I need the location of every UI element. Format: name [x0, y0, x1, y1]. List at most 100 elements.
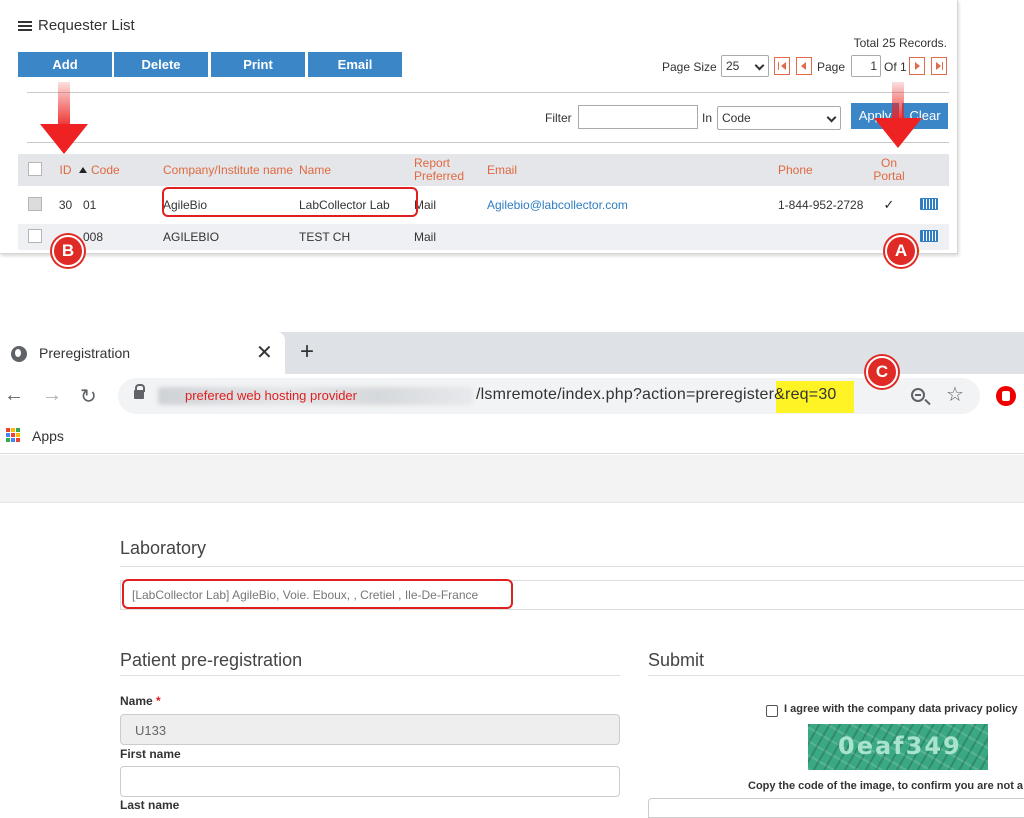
barcode-icon[interactable] — [919, 229, 938, 242]
name-label: Name * — [120, 694, 161, 708]
page-header-band — [0, 455, 1024, 503]
annotation-badge-c: C — [866, 356, 898, 388]
apps-grid-icon[interactable] — [6, 428, 20, 442]
filter-label: Filter — [545, 111, 572, 125]
zoom-out-icon[interactable] — [911, 388, 925, 402]
last-page-button[interactable] — [931, 57, 947, 75]
url-path: /lsmremote/index.php?action=preregister&… — [476, 386, 837, 403]
prev-page-button[interactable] — [796, 57, 812, 75]
table-row[interactable]: 008 AGILEBIO TEST CH Mail — [18, 224, 949, 250]
column-header-name[interactable]: Name — [299, 154, 414, 186]
panel-title-text: Requester List — [38, 17, 135, 34]
divider — [120, 566, 1024, 567]
print-button[interactable]: Print — [211, 52, 305, 77]
cell-report: Mail — [414, 224, 487, 250]
email-link[interactable]: Agilebio@labcollector.com — [487, 198, 628, 212]
last-name-label: Last name — [120, 798, 180, 812]
row-checkbox[interactable] — [28, 196, 42, 211]
name-value: U133 — [135, 723, 167, 738]
extension-icon[interactable] — [996, 386, 1016, 406]
annotation-badge-b: B — [52, 235, 84, 267]
name-input[interactable]: U133 — [120, 714, 620, 745]
back-icon[interactable]: ← — [4, 384, 24, 407]
next-page-button[interactable] — [909, 57, 925, 75]
divider — [120, 675, 620, 676]
laboratory-title: Laboratory — [120, 538, 207, 558]
first-name-label: First name — [120, 747, 181, 761]
add-button[interactable]: Add — [18, 52, 112, 77]
column-header-phone[interactable]: Phone — [778, 154, 870, 186]
divider — [648, 675, 1024, 676]
table-header-row: ID Code Company/Institute name Name Repo… — [18, 154, 949, 186]
tab-preregistration[interactable]: Preregistration ✕ — [0, 332, 285, 374]
row-checkbox[interactable] — [28, 228, 42, 243]
page-size-label: Page Size — [662, 60, 717, 74]
lock-icon — [134, 384, 145, 399]
annotation-arrow-down-icon — [874, 118, 922, 148]
column-header-email[interactable]: Email — [487, 154, 778, 186]
select-all-cell — [18, 154, 52, 186]
page-of-label: Of 1 — [884, 60, 907, 74]
first-page-button[interactable] — [774, 57, 790, 75]
row-select-cell — [18, 224, 52, 250]
patient-section-title: Patient pre-registration — [120, 650, 303, 670]
captcha-image: 0eaf349 — [808, 724, 988, 770]
delete-button[interactable]: Delete — [114, 52, 208, 77]
cell-company: AGILEBIO — [163, 224, 299, 250]
required-marker: * — [156, 694, 161, 708]
browser-toolbar: ← → ↻ prefered web hosting provider /lsm… — [0, 356, 1024, 418]
forward-icon[interactable]: → — [42, 384, 62, 407]
star-icon[interactable]: ☆ — [946, 382, 964, 407]
check-icon: ✓ — [883, 197, 895, 212]
select-all-checkbox[interactable] — [28, 161, 42, 176]
filter-input[interactable] — [578, 105, 698, 129]
privacy-agree-checkbox[interactable] — [766, 705, 778, 717]
page-size-select[interactable]: 25 — [721, 55, 769, 77]
tab-title: Preregistration — [39, 345, 131, 361]
total-records: Total 25 Records. — [853, 36, 947, 50]
column-header-id[interactable]: ID — [52, 154, 79, 186]
column-header-report[interactable]: Report Preferred — [414, 154, 487, 186]
list-icon — [18, 20, 32, 32]
captcha-code: 0eaf349 — [838, 732, 962, 760]
column-header-company[interactable]: Company/Institute name — [163, 154, 299, 186]
browser-window: Preregistration ✕ + ← → ↻ prefered web h… — [0, 332, 1024, 818]
annotation-highlight-box — [162, 187, 418, 217]
first-name-input[interactable] — [120, 766, 620, 797]
filter-field-select[interactable]: Code — [717, 106, 841, 130]
annotation-arrow-down-icon — [40, 124, 88, 154]
page-number-input[interactable]: 1 — [851, 55, 881, 77]
requester-list-panel: Requester List Add Delete Print Email To… — [0, 0, 958, 267]
cell-report: Mail — [414, 186, 487, 224]
captcha-hint: Copy the code of the image, to confirm y… — [748, 780, 1024, 792]
close-icon[interactable]: ✕ — [256, 340, 273, 365]
sort-ascending-icon — [79, 166, 87, 173]
submit-section-title: Submit — [648, 650, 705, 670]
cell-on-portal: ✓ — [870, 186, 908, 224]
chevron-down-icon — [826, 112, 837, 123]
table-row[interactable]: 30 01 AgileBio LabCollector Lab Mail Agi… — [18, 186, 949, 224]
captcha-input[interactable] — [648, 798, 1024, 818]
page-size-value: 25 — [726, 59, 740, 73]
cell-name: TEST CH — [299, 224, 414, 250]
annotation-arrow-shaft — [58, 82, 70, 130]
reload-icon[interactable]: ↻ — [80, 384, 97, 409]
apps-bookmark[interactable]: Apps — [32, 428, 64, 444]
barcode-icon[interactable] — [919, 197, 938, 210]
filter-field-value: Code — [722, 111, 751, 125]
new-tab-button[interactable]: + — [300, 338, 314, 366]
email-button[interactable]: Email — [308, 52, 402, 77]
chevron-down-icon — [754, 60, 765, 71]
column-header-on-portal[interactable]: On Portal — [870, 154, 908, 186]
cell-id: 30 — [52, 186, 79, 224]
column-header-code[interactable]: Code — [79, 154, 163, 186]
address-bar[interactable]: prefered web hosting provider /lsmremote… — [118, 378, 980, 414]
privacy-agree-label: I agree with the company data privacy po… — [784, 703, 1018, 715]
page-label: Page — [817, 60, 846, 74]
row-select-cell — [18, 186, 52, 224]
cell-code: 008 — [79, 224, 163, 250]
divider — [27, 142, 949, 143]
requester-table: ID Code Company/Institute name Name Repo… — [18, 154, 949, 250]
cell-code: 01 — [79, 186, 163, 224]
divider — [27, 92, 949, 93]
